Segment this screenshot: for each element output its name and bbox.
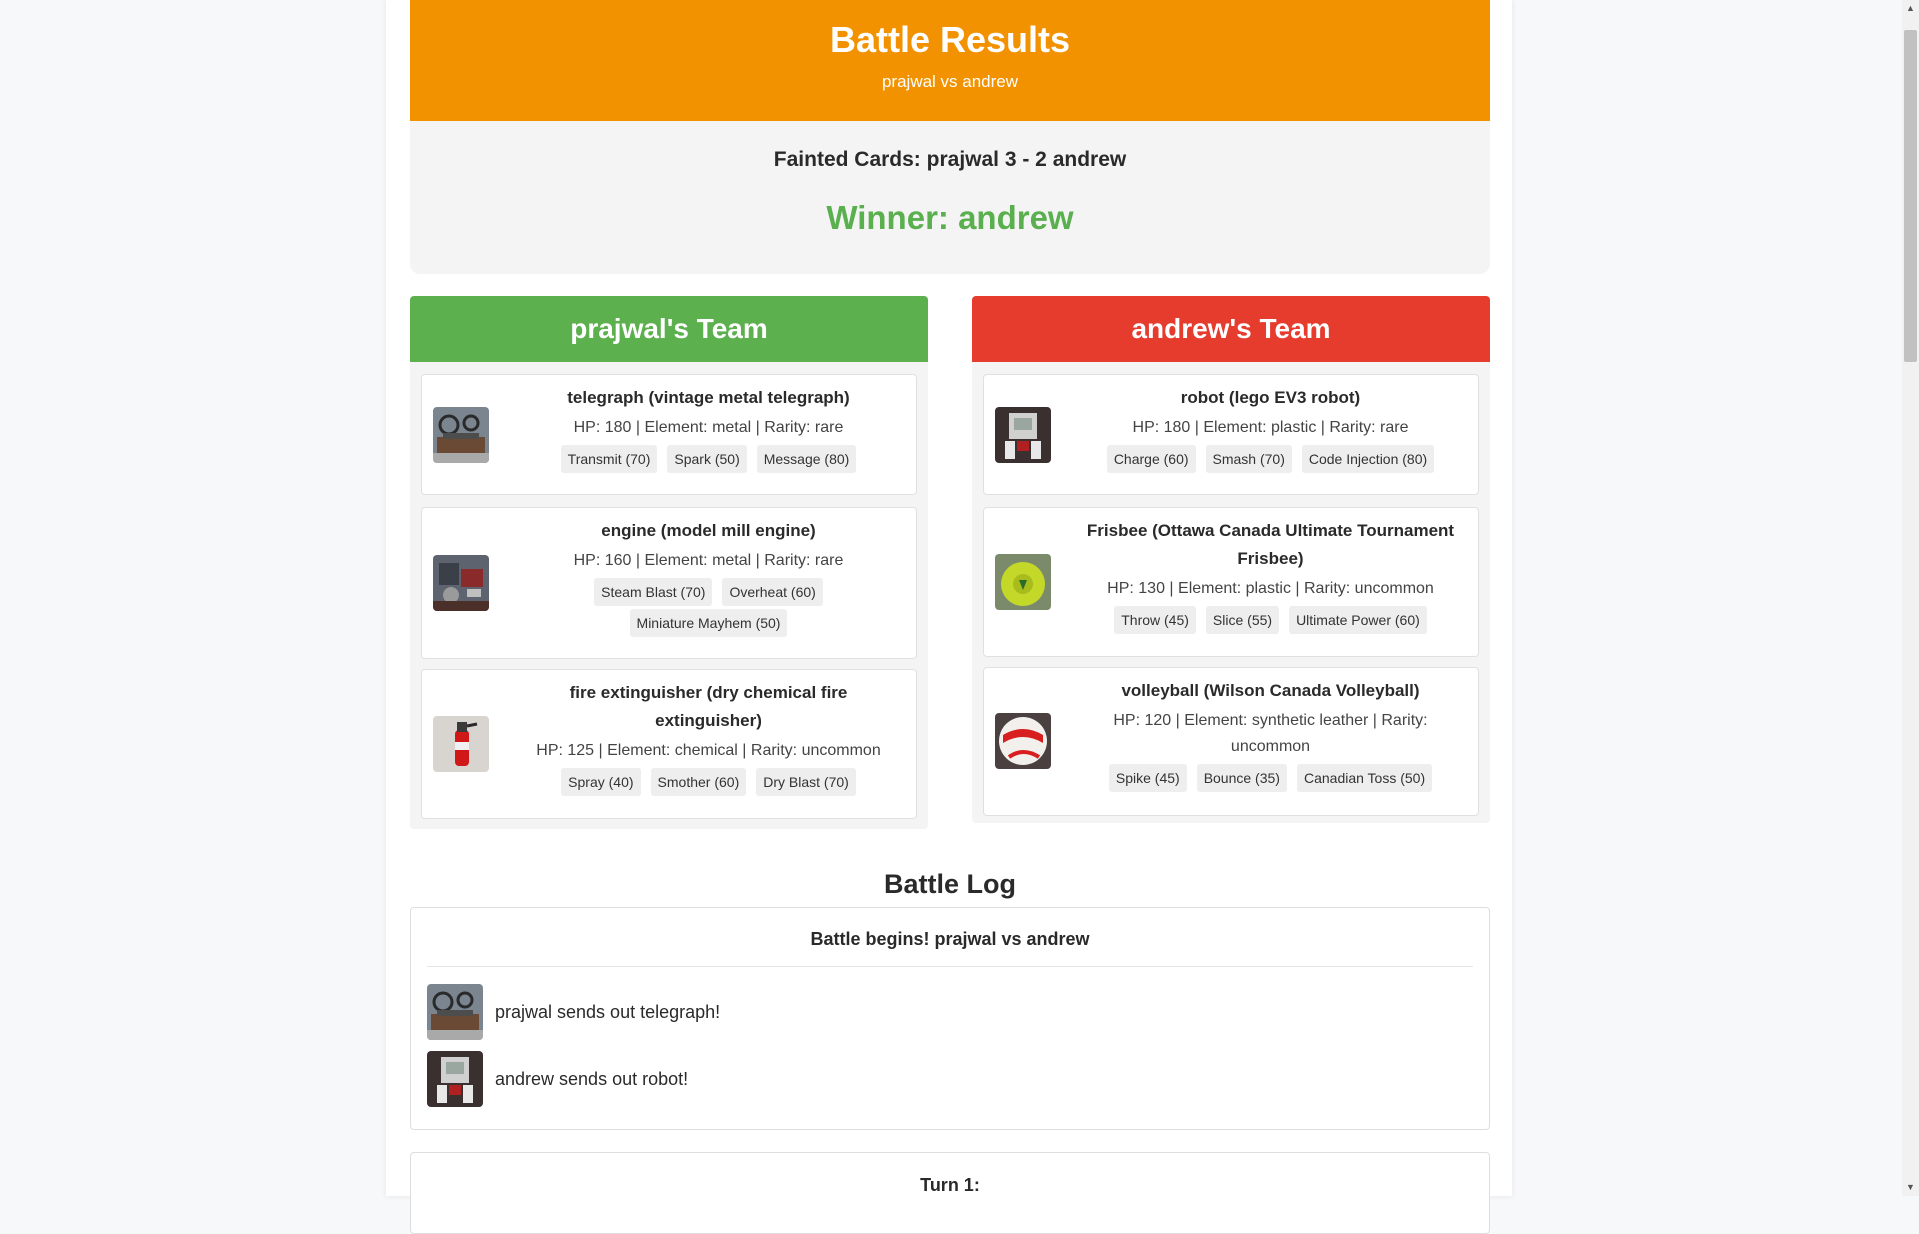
card-stats: HP: 180 | Element: metal | Rarity: rare [573,419,844,436]
teams-section: prajwal's Team telegraph (vintage metal … [410,296,1490,829]
card-fire-extinguisher[interactable]: fire extinguisher (dry chemical fire ext… [421,669,917,819]
move-chip: Spike (45) [1108,764,1187,792]
scroll-down-arrow-icon[interactable]: ▼ [1902,1179,1919,1196]
card-frisbee[interactable]: Frisbee (Ottawa Canada Ultimate Tourname… [983,507,1479,657]
card-stats: HP: 120 | Element: synthetic leather | R… [1113,712,1428,755]
card-stats: HP: 125 | Element: chemical | Rarity: un… [536,742,881,759]
results-header: Battle Results prajwal vs andrew [410,0,1490,121]
log-text: andrew sends out robot! [495,1069,689,1089]
robot-thumbnail [995,407,1051,463]
team-panel-prajwal: prajwal's Team telegraph (vintage metal … [410,296,928,829]
fire-extinguisher-thumbnail [433,716,489,772]
move-chip: Spark (50) [667,445,747,473]
move-list: Spray (40) Smother (60) Dry Blast (70) [516,768,901,799]
move-chip: Smother (60) [650,768,747,796]
divider [427,966,1473,967]
move-chip: Bounce (35) [1196,764,1287,792]
results-page: Battle Results prajwal vs andrew Fainted… [386,0,1512,1234]
team-panel-andrew: andrew's Team robot (lego EV3 robot) HP:… [972,296,1490,823]
battle-log-intro: Battle begins! prajwal vs andrew prajwal… [410,907,1490,1130]
move-list: Spike (45) Bounce (35) Canadian Toss (50) [1078,764,1463,795]
card-name: engine (model mill engine) [601,521,816,540]
card-stats: HP: 180 | Element: plastic | Rarity: rar… [1132,419,1409,436]
move-chip: Steam Blast (70) [594,578,713,606]
team-title: andrew's Team [972,296,1490,362]
battle-begins-heading: Battle begins! prajwal vs andrew [810,929,1090,949]
team-title: prajwal's Team [410,296,928,362]
turn-block: Turn 1: [410,1152,1490,1234]
move-chip: Spray (40) [561,768,641,796]
move-chip: Miniature Mayhem (50) [629,609,788,637]
frisbee-thumbnail [995,554,1051,610]
log-text: prajwal sends out telegraph! [495,1002,721,1022]
winner-label: Winner: andrew [826,199,1074,236]
move-list: Steam Blast (70) Overheat (60) Miniature M… [516,578,901,640]
telegraph-thumbnail [433,407,489,463]
move-chip: Code Injection (80) [1301,445,1435,473]
card-name: robot (lego EV3 robot) [1180,388,1361,407]
card-engine[interactable]: engine (model mill engine) HP: 160 | Ele… [421,507,917,659]
move-chip: Canadian Toss (50) [1296,764,1433,792]
turn-heading: Turn 1: [920,1175,980,1195]
robot-thumbnail [427,1051,483,1107]
vertical-scrollbar[interactable]: ▲ ▼ [1902,0,1919,1196]
move-chip: Charge (60) [1106,445,1196,473]
card-name: Frisbee (Ottawa Canada Ultimate Tourname… [1086,521,1455,568]
move-chip: Dry Blast (70) [756,768,856,796]
battle-log-title: Battle Log [884,869,1016,899]
card-name: fire extinguisher (dry chemical fire ext… [569,683,848,730]
move-chip: Throw (45) [1114,606,1196,634]
card-volleyball[interactable]: volleyball (Wilson Canada Volleyball) HP… [983,667,1479,816]
telegraph-thumbnail [427,984,483,1040]
move-list: Transmit (70) Spark (50) Message (80) [516,445,901,476]
card-name: telegraph (vintage metal telegraph) [567,388,850,407]
card-telegraph[interactable]: telegraph (vintage metal telegraph) HP: … [421,374,917,495]
move-chip: Transmit (70) [560,445,658,473]
matchup-subtitle: prajwal vs andrew [881,72,1019,91]
page-title: Battle Results [829,19,1071,60]
card-stats: HP: 160 | Element: metal | Rarity: rare [573,552,844,569]
move-chip: Smash (70) [1205,445,1292,473]
move-chip: Ultimate Power (60) [1289,606,1427,634]
card-name: volleyball (Wilson Canada Volleyball) [1121,681,1420,700]
scrollbar-thumb[interactable] [1904,30,1917,362]
move-list: Charge (60) Smash (70) Code Injection (80) [1078,445,1463,476]
volleyball-thumbnail [995,713,1051,769]
move-chip: Slice (55) [1205,606,1280,634]
move-chip: Message (80) [756,445,857,473]
move-list: Throw (45) Slice (55) Ultimate Power (60) [1078,606,1463,637]
card-stats: HP: 130 | Element: plastic | Rarity: unc… [1107,580,1434,597]
engine-thumbnail [433,555,489,611]
fainted-count: Fainted Cards: prajwal 3 - 2 andrew [773,148,1127,171]
battle-summary: Fainted Cards: prajwal 3 - 2 andrew Winn… [410,121,1490,274]
card-robot[interactable]: robot (lego EV3 robot) HP: 180 | Element… [983,374,1479,495]
scroll-up-arrow-icon[interactable]: ▲ [1902,0,1919,17]
move-chip: Overheat (60) [722,578,823,606]
